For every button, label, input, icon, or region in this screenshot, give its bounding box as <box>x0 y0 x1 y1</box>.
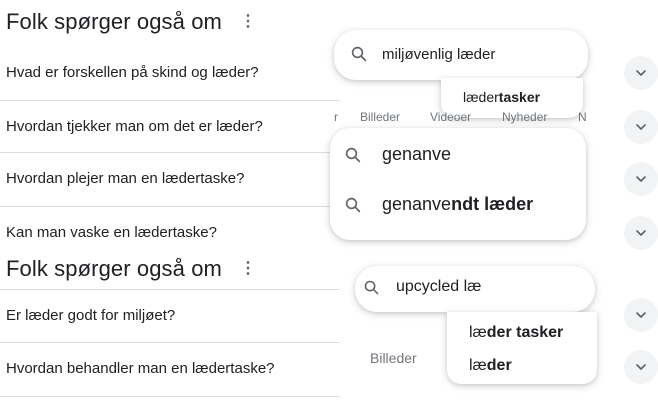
suggestion-item[interactable]: læder tasker <box>469 324 563 342</box>
paa-question[interactable]: Hvordan plejer man en lædertaske? <box>6 170 244 187</box>
search-query[interactable]: genanve <box>382 144 451 165</box>
search-box-1[interactable]: miljøvenlig læder <box>334 30 588 80</box>
chevron-down-icon[interactable] <box>624 110 658 144</box>
paa-question[interactable]: Hvad er forskellen på skind og læder? <box>6 64 259 81</box>
divider <box>0 152 340 153</box>
tab-images[interactable]: Billeder <box>360 110 400 124</box>
suggestion-item[interactable]: læ der <box>469 357 512 375</box>
divider <box>0 396 340 397</box>
more-options-icon[interactable]: ⋮ <box>240 14 256 30</box>
search-query[interactable]: miljøvenlig læder <box>382 46 495 63</box>
suggestion-item[interactable]: læder tasker <box>463 89 540 105</box>
divider <box>0 342 340 343</box>
paa-question[interactable]: Hvordan tjekker man om det er læder? <box>6 118 263 135</box>
search-box-3[interactable]: upcycled læ <box>355 266 595 312</box>
divider <box>0 100 340 101</box>
chevron-down-icon[interactable] <box>624 350 658 384</box>
chevron-down-icon[interactable] <box>624 298 658 332</box>
search-box-2[interactable]: genanve genanve ndt læder <box>330 128 586 240</box>
paa-header-bottom: Folk spørger også om ⋮ <box>6 256 256 282</box>
paa-question[interactable]: Kan man vaske en lædertaske? <box>6 224 217 241</box>
chevron-down-icon[interactable] <box>624 216 658 250</box>
search-icon <box>345 197 361 212</box>
paa-header-top: Folk spørger også om ⋮ <box>6 9 256 35</box>
divider <box>0 289 340 290</box>
search-icon <box>351 46 367 62</box>
search-icon <box>345 147 361 162</box>
suggestion-dropdown-3: læ der tasker læ der <box>447 312 597 384</box>
tab-videos[interactable]: Videoer <box>430 110 471 124</box>
search-icon <box>364 280 379 294</box>
more-options-icon[interactable]: ⋮ <box>240 261 256 277</box>
suggestion-item[interactable]: genanve ndt læder <box>344 194 533 215</box>
paa-question[interactable]: Hvordan behandler man en lædertaske? <box>6 360 275 377</box>
tab-peek: r <box>334 110 338 124</box>
tab-peek: N <box>578 110 587 124</box>
divider <box>0 206 340 207</box>
chevron-down-icon[interactable] <box>624 162 658 196</box>
search-query[interactable]: upcycled læ <box>396 278 481 296</box>
tab-images[interactable]: Billeder <box>370 350 417 366</box>
tab-news[interactable]: Nyheder <box>502 110 547 124</box>
paa-question[interactable]: Er læder godt for miljøet? <box>6 307 175 324</box>
paa-title: Folk spørger også om <box>6 9 222 34</box>
paa-title: Folk spørger også om <box>6 256 222 281</box>
chevron-down-icon[interactable] <box>624 56 658 90</box>
